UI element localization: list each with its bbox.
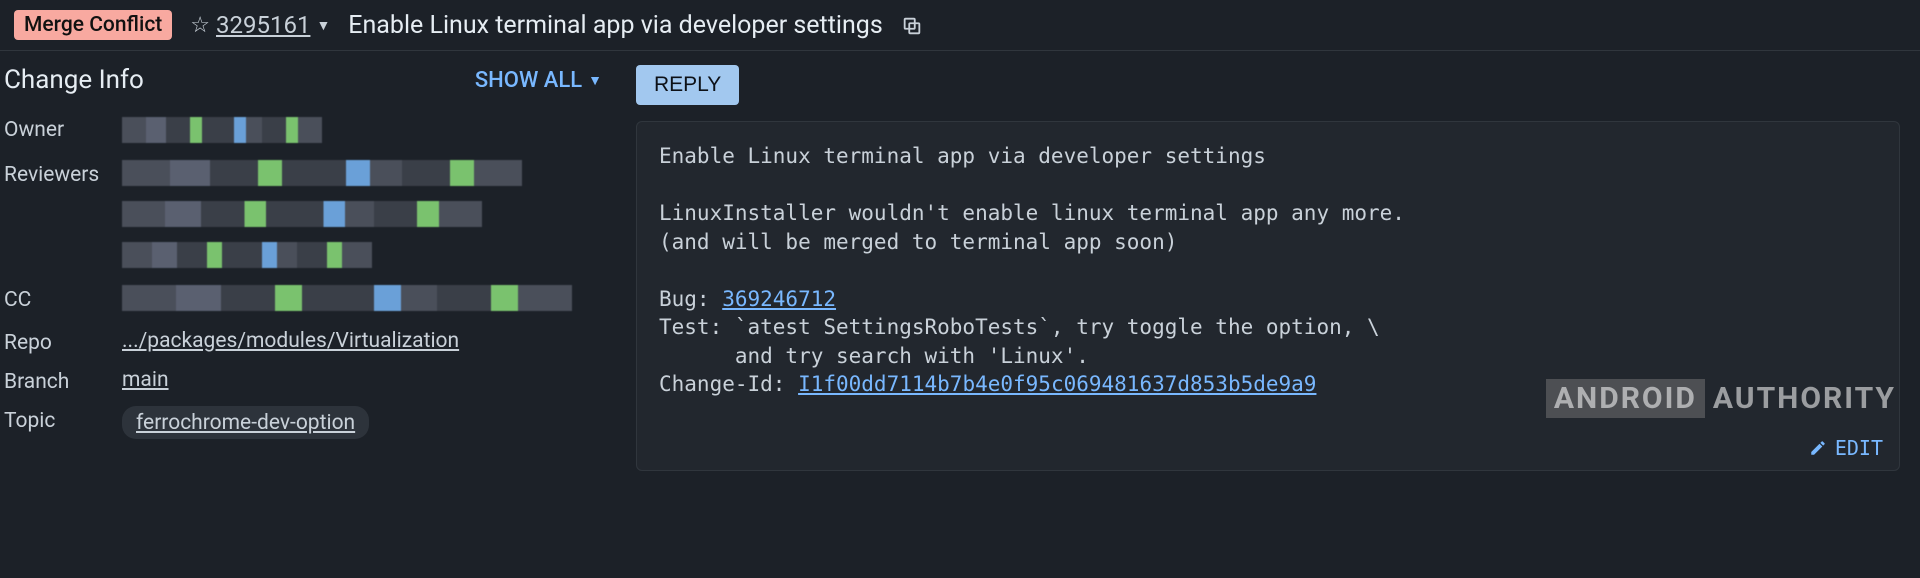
edit-button[interactable]: EDIT [1809,435,1883,462]
change-info-title: Change Info [4,65,144,95]
owner-value [122,115,608,148]
branch-value: main [122,367,608,392]
reply-button[interactable]: REPLY [636,65,739,105]
branch-label: Branch [4,367,122,394]
repo-link[interactable]: .../packages/modules/Virtualization [122,329,459,353]
pencil-icon [1809,439,1827,457]
chevron-down-icon[interactable]: ▼ [316,17,330,34]
topic-link[interactable]: ferrochrome-dev-option [136,411,355,435]
show-all-label: SHOW ALL [475,68,582,93]
info-grid: Owner Reviewers CC Repo .../packages/mod… [4,115,608,439]
bug-label: Bug: [659,287,722,311]
commit-message-box: Enable Linux terminal app via developer … [636,121,1900,471]
redacted-reviewer [122,242,372,268]
copy-icon[interactable] [901,13,923,38]
reviewers-label: Reviewers [4,160,122,187]
watermark-android: ANDROID [1546,379,1705,418]
topic-chip[interactable]: ferrochrome-dev-option [122,406,369,439]
topic-label: Topic [4,406,122,433]
commit-title: Enable Linux terminal app via developer … [659,144,1266,168]
topic-value: ferrochrome-dev-option [122,406,608,439]
change-info-panel: Change Info SHOW ALL ▼ Owner Reviewers C… [4,65,608,471]
commit-body-line: (and will be merged to terminal app soon… [659,230,1177,254]
repo-label: Repo [4,328,122,355]
edit-label: EDIT [1835,435,1883,462]
change-title: Enable Linux terminal app via developer … [348,11,882,40]
branch-link[interactable]: main [122,368,169,392]
redacted-reviewer [122,201,482,227]
star-icon[interactable]: ☆ [190,13,210,38]
change-id-group[interactable]: ☆ 3295161 ▼ [190,11,330,39]
changeid-link[interactable]: I1f00dd7114b7b4e0f95c069481637d853b5de9a… [798,372,1316,396]
commit-header: REPLY [636,65,1900,105]
test-line: Test: `atest SettingsRoboTests`, try tog… [659,315,1380,339]
change-info-header: Change Info SHOW ALL ▼ [4,65,608,95]
test-line: and try search with 'Linux'. [659,344,1089,368]
chevron-down-icon: ▼ [588,72,602,89]
changeid-label: Change-Id: [659,372,798,396]
redacted-reviewer [122,160,522,186]
commit-body-line: LinuxInstaller wouldn't enable linux ter… [659,201,1405,225]
cc-label: CC [4,285,122,312]
cc-value [122,285,608,316]
watermark: ANDROID AUTHORITY [1546,379,1896,418]
repo-value: .../packages/modules/Virtualization [122,328,608,353]
merge-conflict-badge: Merge Conflict [14,10,172,40]
bug-link[interactable]: 369246712 [722,287,836,311]
redacted-owner [122,117,322,143]
watermark-authority: AUTHORITY [1713,381,1896,416]
redacted-cc [122,285,572,311]
reviewers-value [122,160,608,273]
change-number[interactable]: 3295161 [216,11,310,39]
page-header: Merge Conflict ☆ 3295161 ▼ Enable Linux … [0,0,1920,51]
show-all-button[interactable]: SHOW ALL ▼ [475,68,602,93]
owner-label: Owner [4,115,122,142]
